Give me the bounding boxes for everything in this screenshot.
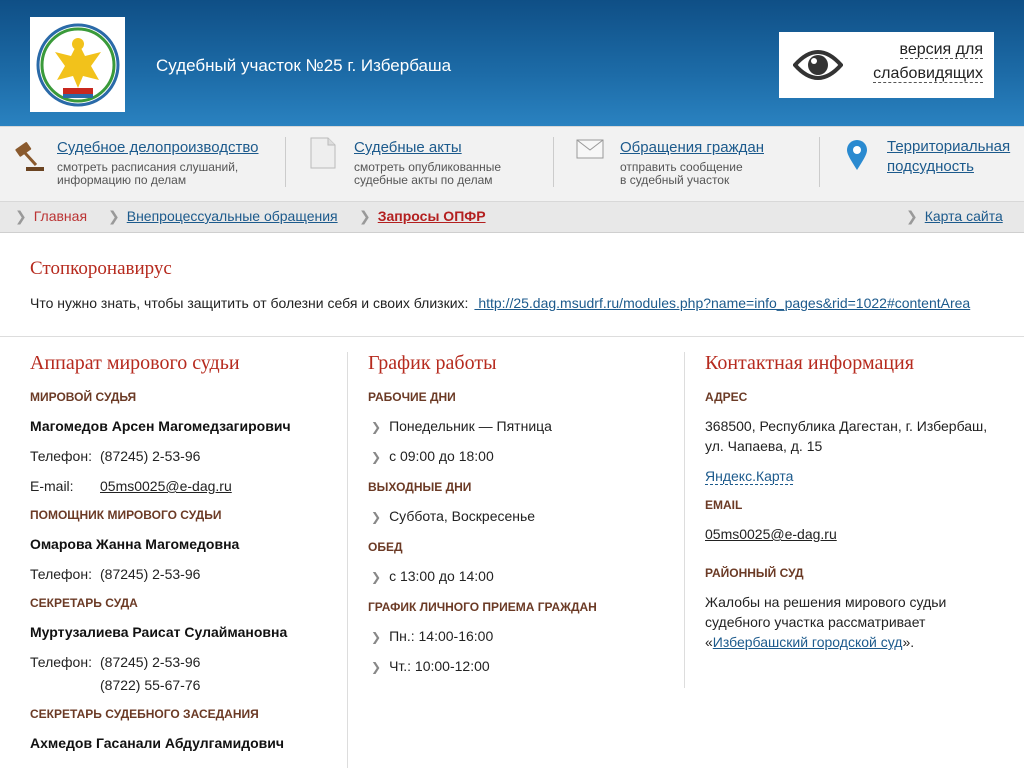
phone-label: Телефон: (30, 654, 92, 670)
secretary-phone-2: (8722) 55-67-76 (100, 677, 201, 693)
low-vision-version-button[interactable]: версия для слабовидящих (779, 32, 994, 98)
breadcrumb-home[interactable]: Главная (34, 208, 87, 224)
schedule-title: График работы (368, 352, 497, 374)
notice-title: Стопкоронавирус (30, 258, 172, 279)
email-label: Email (705, 498, 743, 512)
chevron-right-icon: ❯ (371, 510, 382, 524)
coat-of-arms-logo[interactable] (30, 17, 125, 112)
chevron-right-icon: ❯ (371, 570, 382, 584)
phone-label: Телефон: (30, 566, 92, 582)
chevron-right-icon: ❯ (371, 630, 382, 644)
judge-name: Магомедов Арсен Магомедзагирович (30, 418, 291, 434)
list-item: ❯ Пн.: 14:00-16:00 (371, 628, 494, 644)
list-item: ❯ Понедельник — Пятница (371, 418, 552, 434)
notice-text: Что нужно знать, чтобы защитить от болез… (30, 295, 971, 311)
district-text-2: судебного участка рассматривает (705, 614, 926, 630)
eye-icon (792, 45, 844, 88)
breadcrumb-section[interactable]: Внепроцессуальные обращения (127, 208, 338, 224)
list-item: ❯ с 13:00 до 14:00 (371, 568, 494, 584)
assistant-label: Помощник мирового судьи (30, 508, 222, 522)
session-secretary-label: Секретарь судебного заседания (30, 707, 259, 721)
session-secretary-name: Ахмедов Гасанали Абдулгамидович (30, 735, 285, 751)
phone-label: Телефон: (30, 448, 92, 464)
list-item: ❯ с 09:00 до 18:00 (371, 448, 494, 464)
map-pin-icon (846, 139, 868, 174)
site-header: Судебный участок №25 г. Избербаша версия… (0, 0, 1024, 126)
district-text-3: «Избербашский городской суд». (705, 634, 915, 650)
chevron-right-icon: ❯ (108, 208, 120, 224)
breadcrumb: ❯ Главная ❯ Внепроцессуальные обращения ❯ З… (0, 201, 1024, 233)
nav-divider (285, 137, 286, 187)
address-line-1: 368500, Республика Дагестан, г. Избербаш… (705, 418, 988, 434)
district-court-link[interactable]: Избербашский городской суд (713, 634, 903, 650)
sitemap-link[interactable]: Карта сайта (925, 208, 1003, 224)
chevron-right-icon: ❯ (371, 420, 382, 434)
judge-phone: (87245) 2-53-96 (100, 448, 201, 464)
assistant-phone: (87245) 2-53-96 (100, 566, 201, 582)
nav-court-acts[interactable]: Судебные акты смотреть опубликованные суд… (300, 127, 553, 202)
breadcrumb-current[interactable]: Запросы ОПФР (378, 208, 486, 224)
notice-link[interactable]: http://25.dag.msudrf.ru/modules.php?name… (474, 295, 970, 311)
lunch-label: Обед (368, 540, 403, 554)
contacts-title: Контактная информация (705, 352, 914, 374)
chevron-right-icon: ❯ (371, 660, 382, 674)
chevron-right-icon: ❯ (359, 208, 371, 224)
chevron-right-icon: ❯ (371, 450, 382, 464)
envelope-icon (576, 139, 604, 162)
list-item: ❯ Суббота, Воскресенье (371, 508, 536, 524)
email-label: E-mail: (30, 478, 74, 494)
column-divider (684, 352, 685, 688)
secretary-phone-1: (87245) 2-53-96 (100, 654, 201, 670)
secretary-label: Секретарь суда (30, 596, 138, 610)
assistant-name: Омарова Жанна Магомедовна (30, 536, 240, 552)
nav-territorial-jurisdiction[interactable]: Территориальная подсудность (830, 127, 1024, 202)
chevron-right-icon: ❯ (906, 208, 918, 224)
document-icon (310, 137, 336, 172)
district-text-1: Жалобы на решения мирового судьи (705, 594, 947, 610)
low-vision-label: версия для слабовидящих (873, 41, 983, 83)
contact-email-link[interactable]: 05ms0025@e-dag.ru (705, 526, 837, 542)
nav-citizen-appeals[interactable]: Обращения граждан отправить сообщение в с… (566, 127, 819, 202)
district-court-label: Районный суд (705, 566, 804, 580)
judge-label: Мировой судья (30, 390, 137, 404)
list-item: ❯ Чт.: 10:00-12:00 (371, 658, 490, 674)
chevron-right-icon: ❯ (15, 208, 27, 224)
judge-email-link[interactable]: 05ms0025@e-dag.ru (100, 478, 232, 494)
contacts-section: Контактная информация (705, 352, 914, 375)
schedule-section: График работы (368, 352, 497, 375)
gavel-icon (12, 141, 46, 176)
reception-label: График личного приема граждан (368, 600, 597, 614)
nav-court-proceedings[interactable]: Судебное делопроизводство смотреть распи… (0, 127, 285, 202)
staff-title: Аппарат мирового судьи (30, 352, 240, 374)
divider (0, 336, 1024, 337)
secretary-name: Муртузалиева Раисат Сулаймановна (30, 624, 288, 640)
workdays-label: Рабочие дни (368, 390, 456, 404)
nav-divider (819, 137, 820, 187)
nav-divider (553, 137, 554, 187)
address-line-2: ул. Чапаева, д. 15 (705, 438, 823, 454)
service-nav: Судебное делопроизводство смотреть распи… (0, 126, 1024, 201)
yandex-map-link[interactable]: Яндекс.Карта (705, 468, 794, 485)
site-title: Судебный участок №25 г. Избербаша (156, 56, 452, 75)
staff-section: Аппарат мирового судьи (30, 352, 240, 375)
weekend-label: Выходные дни (368, 480, 472, 494)
address-label: Адрес (705, 390, 748, 404)
column-divider (347, 352, 348, 768)
